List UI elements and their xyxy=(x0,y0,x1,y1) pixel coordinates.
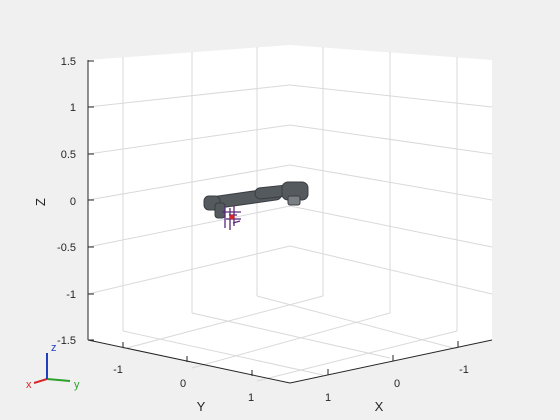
base-mount xyxy=(287,195,301,206)
z-tick-label: 1 xyxy=(70,102,76,114)
z-tick-label: 0 xyxy=(70,196,76,208)
wrist-link xyxy=(214,202,226,219)
y-tick-label: -1 xyxy=(113,364,123,376)
x-tick-label: -1 xyxy=(459,364,469,376)
z-tick-labels: 1.5 1 0.5 0 -0.5 -1 -1.5 xyxy=(57,56,76,347)
z-axis-label: Z xyxy=(33,198,48,206)
triad-z-label: z xyxy=(51,342,57,354)
z-tick-label: 1.5 xyxy=(61,56,76,68)
z-tick-label: -0.5 xyxy=(57,242,76,254)
x-tick-label: 1 xyxy=(325,392,331,404)
triad-y-label: y xyxy=(74,379,80,391)
figure-canvas[interactable]: 1.5 1 0.5 0 -0.5 -1 -1.5 Z -1 0 1 Y 1 0 … xyxy=(0,0,560,420)
z-tick-label: 0.5 xyxy=(61,149,76,161)
triad-x-label: x xyxy=(26,379,32,391)
y-tick-label: 1 xyxy=(248,392,254,404)
x-tick-label: 0 xyxy=(394,378,400,390)
triad-x-axis xyxy=(33,378,48,384)
y-axis-label: Y xyxy=(197,399,206,414)
triad-y-axis xyxy=(46,378,71,382)
z-tick-label: -1.5 xyxy=(57,335,76,347)
y-tick-label: 0 xyxy=(180,378,186,390)
x-axis-label: X xyxy=(375,399,384,414)
axes-triad: x y z xyxy=(26,342,80,391)
end-effector xyxy=(229,214,235,220)
z-tick-label: -1 xyxy=(66,289,76,301)
